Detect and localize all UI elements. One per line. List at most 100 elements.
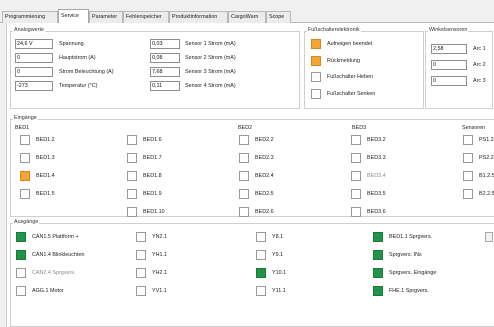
winkel-label: Arc 2 [473,62,486,68]
output-label: CAN2.4 Sprgvers. [32,270,76,276]
input-label: BED3.3 [367,155,386,161]
input-indicator[interactable] [20,153,30,163]
input-indicator[interactable] [20,189,30,199]
output-indicator[interactable] [373,268,383,278]
sensor-indicator[interactable] [463,135,473,145]
sensor-strom-field[interactable]: 0,11 [150,81,180,91]
input-label: BED1.8 [143,173,162,179]
analog-value-field[interactable]: 0 [15,67,53,77]
output-indicator[interactable] [136,268,146,278]
fussschalter-label: Rückmeldung [327,58,360,64]
output-indicator[interactable] [136,250,146,260]
tab-parameter[interactable]: Parameter [89,11,123,23]
analog-label: Spannung [59,41,84,47]
analog-value-field[interactable]: 24,6 V [15,39,53,49]
input-label: BED1.2 [36,137,55,143]
input-indicator[interactable] [351,153,361,163]
analog-label: Hauptstrom (A) [59,55,96,61]
output-label: BED1.1 Sprgvers. [389,234,433,240]
input-indicator[interactable] [239,207,249,217]
output-label: YV1.1 [152,288,167,294]
tab-cargowarn[interactable]: CargoWarn [228,11,266,23]
winkel-value-field[interactable]: 2,58 [431,44,467,54]
sensor-indicator[interactable] [463,189,473,199]
input-label: BED1.4 [36,173,55,179]
input-indicator[interactable] [351,135,361,145]
bed1-title: BED1 [15,125,30,131]
output-label: Y11.1 [272,288,286,294]
input-label: BED1.9 [143,191,162,197]
input-indicator[interactable] [127,171,137,181]
output-indicator[interactable] [256,286,266,296]
sensor-strom-field[interactable]: 0,03 [150,39,180,49]
tab-service[interactable]: Service [58,9,89,24]
winkel-value-field[interactable]: 0 [431,60,467,70]
eingaenge-title: Eingänge [13,115,38,121]
output-indicator[interactable] [373,232,383,242]
fussschalter-indicator[interactable] [311,72,321,82]
output-label: Y8.1 [272,234,284,240]
input-label: BED1.7 [143,155,162,161]
tab-bar: Programmierung Service Parameter Fehlerspei… [0,8,494,24]
input-indicator[interactable] [127,207,137,217]
output-indicator[interactable] [256,232,266,242]
bed3-title: BED3 [352,125,367,131]
input-indicator[interactable] [239,153,249,163]
analog-value-field[interactable]: -273 [15,81,53,91]
input-indicator[interactable] [20,135,30,145]
sensor-strom-label: Sensor 3 Strom (mA) [185,69,236,75]
input-label: BED2.3 [255,155,274,161]
fussschalter-indicator[interactable] [311,56,321,66]
tab-scope[interactable]: Scope [266,11,291,23]
input-indicator[interactable] [351,207,361,217]
output-indicator[interactable] [136,286,146,296]
input-indicator[interactable] [127,135,137,145]
tab-programmierung[interactable]: Programmierung [2,11,58,23]
tab-fehlerspeicher[interactable]: Fehlerspeicher [123,11,169,23]
sensor-indicator[interactable] [463,153,473,163]
sensor-strom-field[interactable]: 0,08 [150,53,180,63]
input-indicator[interactable] [239,135,249,145]
input-indicator[interactable] [127,189,137,199]
sensor-label: B1.2.5 [479,173,494,179]
input-label: BED1.6 [143,137,162,143]
ausgaenge-title: Ausgänge [13,219,40,225]
input-indicator[interactable] [239,171,249,181]
output-label: CAN1.5 Plattform + [32,234,79,240]
input-indicator[interactable] [351,171,361,181]
input-indicator[interactable] [351,189,361,199]
input-indicator[interactable] [239,189,249,199]
output-indicator[interactable] [256,250,266,260]
analog-label: Strom Beleuchtung (A) [59,69,114,75]
side-scroll-button[interactable] [485,232,493,242]
output-indicator[interactable] [256,268,266,278]
eingaenge-group [10,119,494,217]
sensor-label: PS1.2 [479,137,494,143]
input-label: BED2.6 [255,209,274,215]
output-indicator[interactable] [16,286,26,296]
output-label: YH1.1 [152,252,167,258]
analogwerte-title: Analogwerte [13,27,45,33]
output-indicator[interactable] [373,250,383,260]
winkelsensoren-group [425,31,493,109]
output-indicator[interactable] [16,268,26,278]
input-label: BED3.2 [367,137,386,143]
output-indicator[interactable] [16,250,26,260]
analog-value-field[interactable]: 0 [15,53,53,63]
tab-produktinformation[interactable]: Produktinformation [169,11,228,23]
sensor-strom-field[interactable]: 7,68 [150,67,180,77]
output-label: AGG.1 Motor [32,288,64,294]
input-indicator[interactable] [20,171,30,181]
output-indicator[interactable] [136,232,146,242]
fussschalter-indicator[interactable] [311,89,321,99]
fussschalter-label: Aufneigen beendet [327,41,373,47]
sensor-indicator[interactable] [463,171,473,181]
input-label: BED2.2 [255,137,274,143]
input-label: BED1.3 [36,155,55,161]
winkel-value-field[interactable]: 0 [431,76,467,86]
fussschalter-indicator[interactable] [311,39,321,49]
output-indicator[interactable] [373,286,383,296]
output-indicator[interactable] [16,232,26,242]
input-indicator[interactable] [127,153,137,163]
bed2-title: BED2 [238,125,253,131]
